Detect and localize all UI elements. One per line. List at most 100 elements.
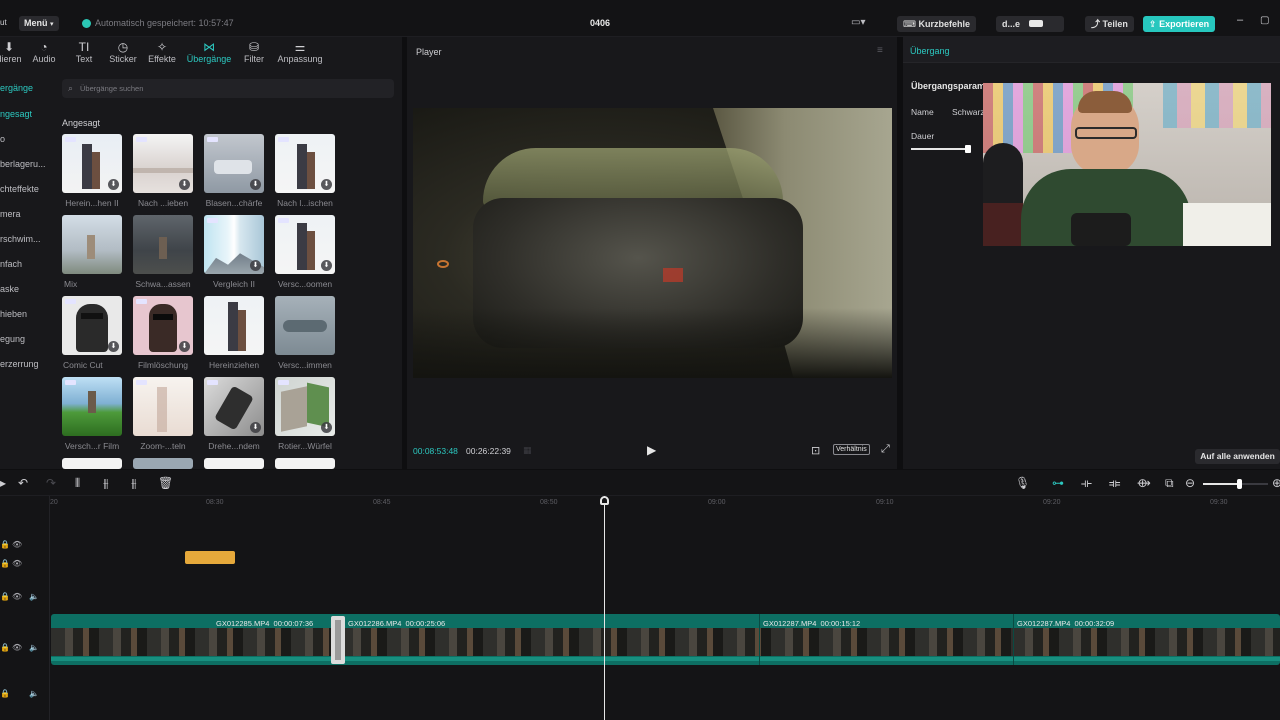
total-time: 00:26:22:39	[466, 446, 511, 456]
download-icon[interactable]: ⬇	[321, 422, 332, 433]
duration-slider[interactable]	[911, 145, 971, 153]
eye-icon[interactable]: 👁	[12, 592, 22, 601]
track-lock-icon[interactable]: 🔒	[0, 643, 10, 652]
download-icon[interactable]: ⬇	[108, 341, 119, 352]
sidebar-item[interactable]: aske	[0, 284, 19, 294]
select-icon[interactable]: ▸	[0, 476, 6, 490]
transition-thumb[interactable]	[275, 296, 335, 355]
zoom-in-icon[interactable]: ⊕	[1272, 476, 1280, 490]
apply-all-button[interactable]: Auf alle anwenden	[1195, 449, 1280, 464]
track-lock-icon[interactable]: 🔒	[0, 540, 10, 549]
minimize-icon[interactable]: –	[1237, 14, 1243, 26]
transition-thumb[interactable]	[204, 458, 264, 469]
transition-thumb[interactable]	[133, 458, 193, 469]
tool-filter[interactable]: ⛁ Filter	[231, 40, 277, 64]
download-icon[interactable]: ⬇	[321, 260, 332, 271]
zoom-out-icon[interactable]: ⊖	[1185, 476, 1195, 490]
split-right-icon[interactable]: ⫵	[131, 476, 137, 491]
transition-thumb[interactable]: ⬇	[204, 377, 264, 436]
transition-thumb[interactable]	[275, 458, 335, 469]
search-input[interactable]: ⌕ Übergänge suchen	[62, 79, 394, 98]
sidebar-item[interactable]: erzerrung	[0, 359, 39, 369]
sidebar-item-trending[interactable]: ngesagt	[0, 109, 32, 119]
eye-icon[interactable]: 👁	[12, 559, 22, 568]
transition-thumb[interactable]	[133, 215, 193, 274]
sidebar-item-transitions[interactable]: ergänge	[0, 83, 33, 93]
sidebar-item[interactable]: hieben	[0, 309, 27, 319]
transition-thumb[interactable]	[62, 458, 122, 469]
download-icon[interactable]: ⬇	[108, 179, 119, 190]
transition-marker[interactable]	[331, 616, 345, 664]
transition-thumb[interactable]: ⬇	[204, 134, 264, 193]
export-button[interactable]: ⇪ Exportieren	[1143, 16, 1216, 32]
playhead-handle[interactable]	[600, 496, 609, 505]
inspector-tab[interactable]: Übergang	[903, 37, 1280, 63]
video-preview[interactable]	[413, 108, 892, 378]
sidebar-item[interactable]: berlageru...	[0, 159, 46, 169]
download-icon[interactable]: ⬇	[179, 341, 190, 352]
transition-thumb[interactable]: ⬇	[133, 134, 193, 193]
speaker-icon[interactable]: 🔈	[29, 689, 39, 698]
transition-thumb[interactable]	[133, 377, 193, 436]
microphone-icon[interactable]: 🎙	[1015, 476, 1030, 490]
delete-icon[interactable]: 🗑	[158, 476, 173, 490]
shortcuts-button[interactable]: ⌨ Kurzbefehle	[897, 16, 977, 32]
screenshot-icon[interactable]: ⊡	[811, 444, 820, 457]
tool-transitions[interactable]: ⋈ Übergänge	[186, 40, 232, 64]
download-icon[interactable]: ⬇	[250, 179, 261, 190]
sidebar-item[interactable]: o	[0, 134, 5, 144]
menu-button[interactable]: Menü ▾	[19, 16, 59, 31]
user-button[interactable]: d...e	[996, 16, 1064, 32]
track-lock-icon[interactable]: 🔒	[0, 592, 10, 601]
maximize-icon[interactable]: ▢	[1260, 15, 1269, 26]
fullscreen-icon[interactable]: ⤢	[881, 443, 890, 456]
download-icon[interactable]: ⬇	[250, 422, 261, 433]
transition-thumb[interactable]: ⬇	[275, 215, 335, 274]
sidebar-item[interactable]: nfach	[0, 259, 22, 269]
redo-icon[interactable]: ↷	[46, 476, 56, 490]
layout-icon[interactable]: ▭▾	[851, 17, 865, 28]
link-icon[interactable]: ⟛	[1081, 476, 1092, 491]
track-lock-icon[interactable]: 🔒	[0, 689, 10, 698]
eye-icon[interactable]: 👁	[12, 540, 22, 549]
undo-icon[interactable]: ↶	[18, 476, 28, 490]
download-icon[interactable]: ⬇	[250, 260, 261, 271]
split-icon[interactable]: ⫴	[75, 476, 80, 491]
sidebar-item[interactable]: rschwim...	[0, 234, 41, 244]
tool-adjust[interactable]: ⚌ Anpassung	[277, 40, 323, 64]
magnet-icon[interactable]: ⊶	[1052, 476, 1064, 490]
effect-clip[interactable]	[185, 551, 235, 564]
transition-thumb[interactable]: ⬇	[133, 296, 193, 355]
transition-thumb[interactable]: ⬇	[275, 377, 335, 436]
zoom-slider[interactable]	[1203, 479, 1268, 489]
download-icon[interactable]: ⬇	[179, 179, 190, 190]
transition-thumb[interactable]	[62, 377, 122, 436]
download-icon[interactable]: ⬇	[321, 179, 332, 190]
transition-thumb[interactable]	[62, 215, 122, 274]
duration-slider-handle[interactable]	[964, 145, 971, 153]
sidebar-item[interactable]: mera	[0, 209, 21, 219]
playhead[interactable]	[604, 496, 605, 720]
zoom-slider-handle[interactable]	[1236, 479, 1242, 489]
speaker-icon[interactable]: 🔈	[29, 643, 39, 652]
sidebar-item[interactable]: egung	[0, 334, 25, 344]
split-track-icon[interactable]: ⟴	[1137, 476, 1151, 490]
split-left-icon[interactable]: ⫵	[103, 476, 109, 491]
eye-icon[interactable]: 👁	[12, 643, 22, 652]
menu-icon[interactable]: ≡	[877, 45, 883, 56]
snap-icon[interactable]: ⟚	[1109, 476, 1120, 491]
speaker-icon[interactable]: 🔈	[29, 592, 39, 601]
sidebar-item[interactable]: chteffekte	[0, 184, 39, 194]
transition-thumb[interactable]	[204, 296, 264, 355]
transition-thumb[interactable]: ⬇	[62, 134, 122, 193]
transition-thumb[interactable]: ⬇	[204, 215, 264, 274]
tool-effects[interactable]: ✧ Effekte	[139, 40, 185, 64]
preview-icon[interactable]: ⧉	[1165, 476, 1174, 491]
timeline-grid-icon[interactable]: ▦	[523, 445, 532, 456]
play-icon[interactable]: ▶	[647, 443, 656, 457]
transition-thumb[interactable]: ⬇	[62, 296, 122, 355]
share-button[interactable]: ⤴ Teilen	[1085, 16, 1134, 32]
transition-thumb[interactable]: ⬇	[275, 134, 335, 193]
ratio-button[interactable]: Verhältnis	[833, 444, 870, 455]
track-lock-icon[interactable]: 🔒	[0, 559, 10, 568]
